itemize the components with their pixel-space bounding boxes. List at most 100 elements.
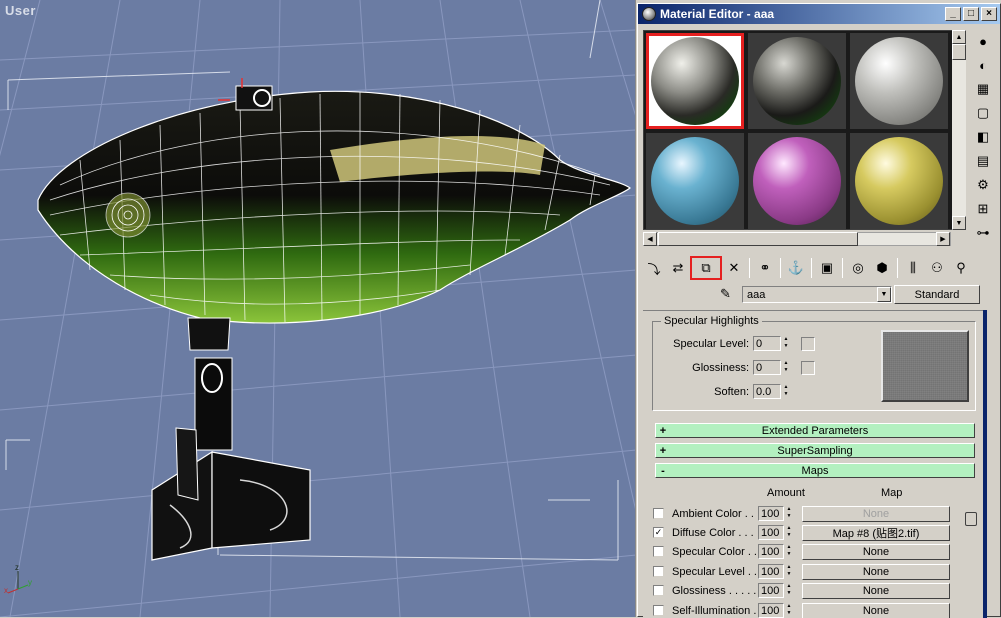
ambient-color-spinner[interactable]: ▲▼	[784, 506, 794, 521]
title-bar[interactable]: Material Editor - aaa _ □ ×	[638, 4, 1000, 24]
material-name-value: aaa	[747, 289, 765, 301]
specular-level-spinner[interactable]: ▲▼	[781, 336, 791, 351]
material-sphere-5	[753, 137, 841, 225]
sample-type-icon[interactable]: ●	[972, 30, 994, 52]
put-to-library-icon[interactable]: ⚓	[785, 257, 807, 279]
sample-slot-5[interactable]	[748, 133, 846, 229]
material-map-navigator-icon[interactable]: ⊶	[972, 222, 994, 244]
specular-level-input[interactable]: 0	[753, 336, 781, 351]
sample-slot-2[interactable]	[748, 33, 846, 129]
scroll-up-icon[interactable]: ▲	[952, 30, 966, 44]
specular-color-map-button[interactable]: None	[802, 544, 950, 560]
scene-canvas[interactable]	[0, 0, 636, 617]
diffuse-color-amount[interactable]: 100	[758, 525, 784, 540]
self-illumination-spinner[interactable]: ▲▼	[784, 603, 794, 618]
specular-color-amount[interactable]: 100	[758, 544, 784, 559]
scroll-thumb[interactable]	[952, 44, 966, 60]
sample-slot-3[interactable]	[850, 33, 948, 129]
viewport-user[interactable]: User z x y	[0, 0, 636, 617]
svg-text:z: z	[15, 563, 19, 572]
background-icon[interactable]: ▦	[972, 78, 994, 100]
self-illumination-amount[interactable]: 100	[758, 603, 784, 618]
window-title: Material Editor - aaa	[660, 7, 774, 21]
self-illumination-checkbox[interactable]	[653, 605, 664, 616]
map-row-diffuse-color: ✓ Diffuse Color . . . 100 ▲▼ Map #8 (贴图2…	[653, 524, 973, 541]
slots-horizontal-scrollbar[interactable]: ◀ ▶	[643, 232, 951, 246]
ambient-color-checkbox[interactable]	[653, 508, 664, 519]
specular-level-map-slot-button[interactable]: None	[802, 564, 950, 580]
ambient-color-map-button[interactable]: None	[802, 506, 950, 522]
rollout-extended-parameters[interactable]: + Extended Parameters	[655, 423, 975, 438]
minimize-button[interactable]: _	[945, 7, 961, 21]
map-row-ambient-color: Ambient Color . . 100 ▲▼ None	[653, 505, 973, 522]
sample-uv-tiling-icon[interactable]: ▢	[972, 102, 994, 124]
self-illumination-label: Self-Illumination .	[672, 605, 758, 617]
show-map-in-viewport-icon[interactable]: ◎	[847, 257, 869, 279]
panel-scrollbar[interactable]	[983, 310, 987, 618]
diffuse-color-spinner[interactable]: ▲▼	[784, 525, 794, 540]
specular-color-checkbox[interactable]	[653, 546, 664, 557]
eyedropper-icon[interactable]: ✎	[720, 286, 731, 302]
lock-icon[interactable]	[965, 512, 977, 526]
show-end-result-icon[interactable]: ⬢	[871, 257, 893, 279]
glossiness-row: Glossiness: 0 ▲▼	[653, 360, 815, 375]
specular-color-label: Specular Color . .	[672, 546, 758, 558]
specular-level-map-button[interactable]	[801, 337, 815, 351]
glossiness-amount[interactable]: 100	[758, 583, 784, 598]
scroll-down-icon[interactable]: ▼	[952, 216, 966, 230]
specular-level-amount-spinner[interactable]: ▲▼	[784, 564, 794, 579]
scroll-right-icon[interactable]: ▶	[936, 232, 950, 246]
glossiness-label: Glossiness:	[653, 362, 753, 374]
select-by-material-icon[interactable]: ⊞	[972, 198, 994, 220]
glossiness-checkbox[interactable]	[653, 585, 664, 596]
rollout-supersampling[interactable]: + SuperSampling	[655, 443, 975, 458]
material-editor-window: Material Editor - aaa _ □ × ▲ ▼	[637, 3, 1001, 617]
diffuse-color-map-button[interactable]: Map #8 (贴图2.tif)	[802, 525, 950, 541]
maximize-button[interactable]: □	[963, 7, 979, 21]
rollout-maps[interactable]: - Maps	[655, 463, 975, 478]
backlight-icon[interactable]: ◐	[972, 54, 994, 76]
go-to-parent-icon[interactable]: ⫼	[902, 257, 924, 279]
glossiness-amount-spinner[interactable]: ▲▼	[784, 583, 794, 598]
get-material-icon[interactable]: ⤵	[643, 257, 665, 279]
hscroll-thumb[interactable]	[658, 232, 858, 246]
scroll-left-icon[interactable]: ◀	[643, 232, 657, 246]
glossiness-map-slot-button[interactable]: None	[802, 583, 950, 599]
material-toolbar: ⤵ ⇄ ⧉ ✕ ⚭ ⚓ ▣ ◎ ⬢ ⫼ ⚇ ⚲	[643, 256, 972, 280]
viewport-label[interactable]: User	[5, 3, 36, 18]
material-type-button[interactable]: Standard	[894, 285, 980, 304]
options-icon[interactable]: ⚙	[972, 174, 994, 196]
sample-slot-1[interactable]	[646, 33, 744, 129]
go-forward-to-sibling-icon[interactable]: ⚇	[926, 257, 948, 279]
parameters-panel[interactable]: Specular Highlights Specular Level: 0 ▲▼…	[643, 310, 985, 618]
close-button[interactable]: ×	[981, 7, 997, 21]
self-illumination-map-button[interactable]: None	[802, 603, 950, 618]
reset-map-icon[interactable]: ✕	[723, 257, 745, 279]
specular-color-spinner[interactable]: ▲▼	[784, 544, 794, 559]
specular-level-amount[interactable]: 100	[758, 564, 784, 579]
chevron-down-icon[interactable]: ▼	[877, 287, 891, 302]
ambient-color-amount[interactable]: 100	[758, 506, 784, 521]
soften-input[interactable]: 0.0	[753, 384, 781, 399]
make-unique-icon[interactable]: ⚭	[754, 257, 776, 279]
sample-slot-6[interactable]	[850, 133, 948, 229]
pick-from-object-icon[interactable]: ⚲	[950, 257, 972, 279]
diffuse-color-checkbox[interactable]: ✓	[653, 527, 664, 538]
specular-level-row: Specular Level: 0 ▲▼	[653, 336, 815, 351]
glossiness-map-button[interactable]	[801, 361, 815, 375]
material-name-field[interactable]: aaa ▼	[742, 286, 892, 303]
material-editor-icon	[642, 7, 656, 21]
sample-slot-4[interactable]	[646, 133, 744, 229]
video-color-check-icon[interactable]: ◧	[972, 126, 994, 148]
specular-level-map-label: Specular Level . .	[672, 566, 758, 578]
material-sphere-1	[651, 37, 739, 125]
glossiness-input[interactable]: 0	[753, 360, 781, 375]
soften-spinner[interactable]: ▲▼	[781, 384, 791, 399]
material-effects-channel-icon[interactable]: ▣	[816, 257, 838, 279]
put-to-scene-icon[interactable]: ⇄	[667, 257, 689, 279]
assign-material-to-selection-icon[interactable]: ⧉	[691, 257, 721, 279]
slots-vertical-scrollbar[interactable]: ▲ ▼	[952, 30, 966, 230]
specular-level-checkbox[interactable]	[653, 566, 664, 577]
make-preview-icon[interactable]: ▤	[972, 150, 994, 172]
glossiness-spinner[interactable]: ▲▼	[781, 360, 791, 375]
